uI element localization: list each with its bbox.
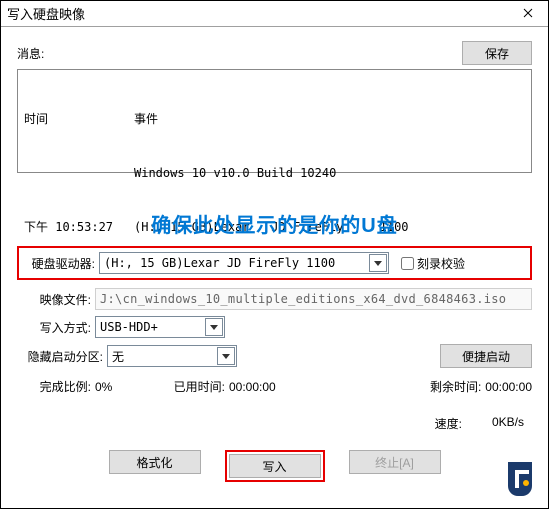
chevron-down-icon [205,318,223,336]
hidden-boot-dropdown[interactable]: 无 [107,345,237,367]
save-button[interactable]: 保存 [462,41,532,65]
remaining-value: 00:00:00 [485,380,532,394]
image-file-field[interactable]: J:\cn_windows_10_multiple_editions_x64_d… [95,288,532,310]
elapsed-value: 00:00:00 [229,380,299,394]
format-button[interactable]: 格式化 [109,450,201,474]
logo-icon [498,458,542,502]
image-file-label: 映像文件: [17,291,95,308]
progress-value: 0% [95,380,165,394]
speed-label: 速度: [435,415,462,432]
titlebar: 写入硬盘映像 [1,1,548,27]
abort-button: 终止[A] [349,450,441,474]
close-icon [523,8,533,18]
write-mode-value: USB-HDD+ [100,320,158,334]
verify-text: 刻录校验 [417,255,465,272]
write-mode-dropdown[interactable]: USB-HDD+ [95,316,225,338]
drive-dropdown[interactable]: (H:, 15 GB)Lexar JD FireFly 1100 [99,252,389,274]
window-title: 写入硬盘映像 [7,4,85,23]
write-highlight-box: 写入 [225,450,325,482]
hidden-boot-label: 隐藏启动分区: [17,348,107,365]
log-event-header: 事件 [134,110,158,128]
verify-checkbox[interactable] [401,257,414,270]
verify-checkbox-label[interactable]: 刻录校验 [397,254,465,273]
chevron-down-icon [217,347,235,365]
log-time-header: 时间 [24,110,134,128]
log-time-cell: 下午 10:53:27 [24,218,134,236]
progress-label: 完成比例: [17,378,95,395]
message-label: 消息: [17,45,44,62]
dialog-window: 写入硬盘映像 消息: 保存 时间 事件 Windows 10 v10.0 Bui… [0,0,549,509]
hidden-boot-value: 无 [112,348,124,365]
action-button-row: 格式化 写入 终止[A] [17,450,532,482]
write-mode-label: 写入方式: [17,319,95,336]
log-event-cell: Windows 10 v10.0 Build 10240 [134,164,336,182]
elapsed-label: 已用时间: [165,378,229,395]
speed-value: 0KB/s [492,415,524,432]
drive-highlight-box: 硬盘驱动器: (H:, 15 GB)Lexar JD FireFly 1100 … [17,246,532,280]
quick-boot-button[interactable]: 便捷启动 [440,344,532,368]
log-listbox[interactable]: 时间 事件 Windows 10 v10.0 Build 10240 下午 10… [17,69,532,173]
write-button[interactable]: 写入 [229,454,321,478]
remaining-label: 剩余时间: [421,378,485,395]
chevron-down-icon [369,254,387,272]
drive-value: (H:, 15 GB)Lexar JD FireFly 1100 [104,256,335,270]
close-button[interactable] [508,1,548,25]
drive-label: 硬盘驱动器: [21,255,99,272]
log-time-cell [24,164,134,182]
